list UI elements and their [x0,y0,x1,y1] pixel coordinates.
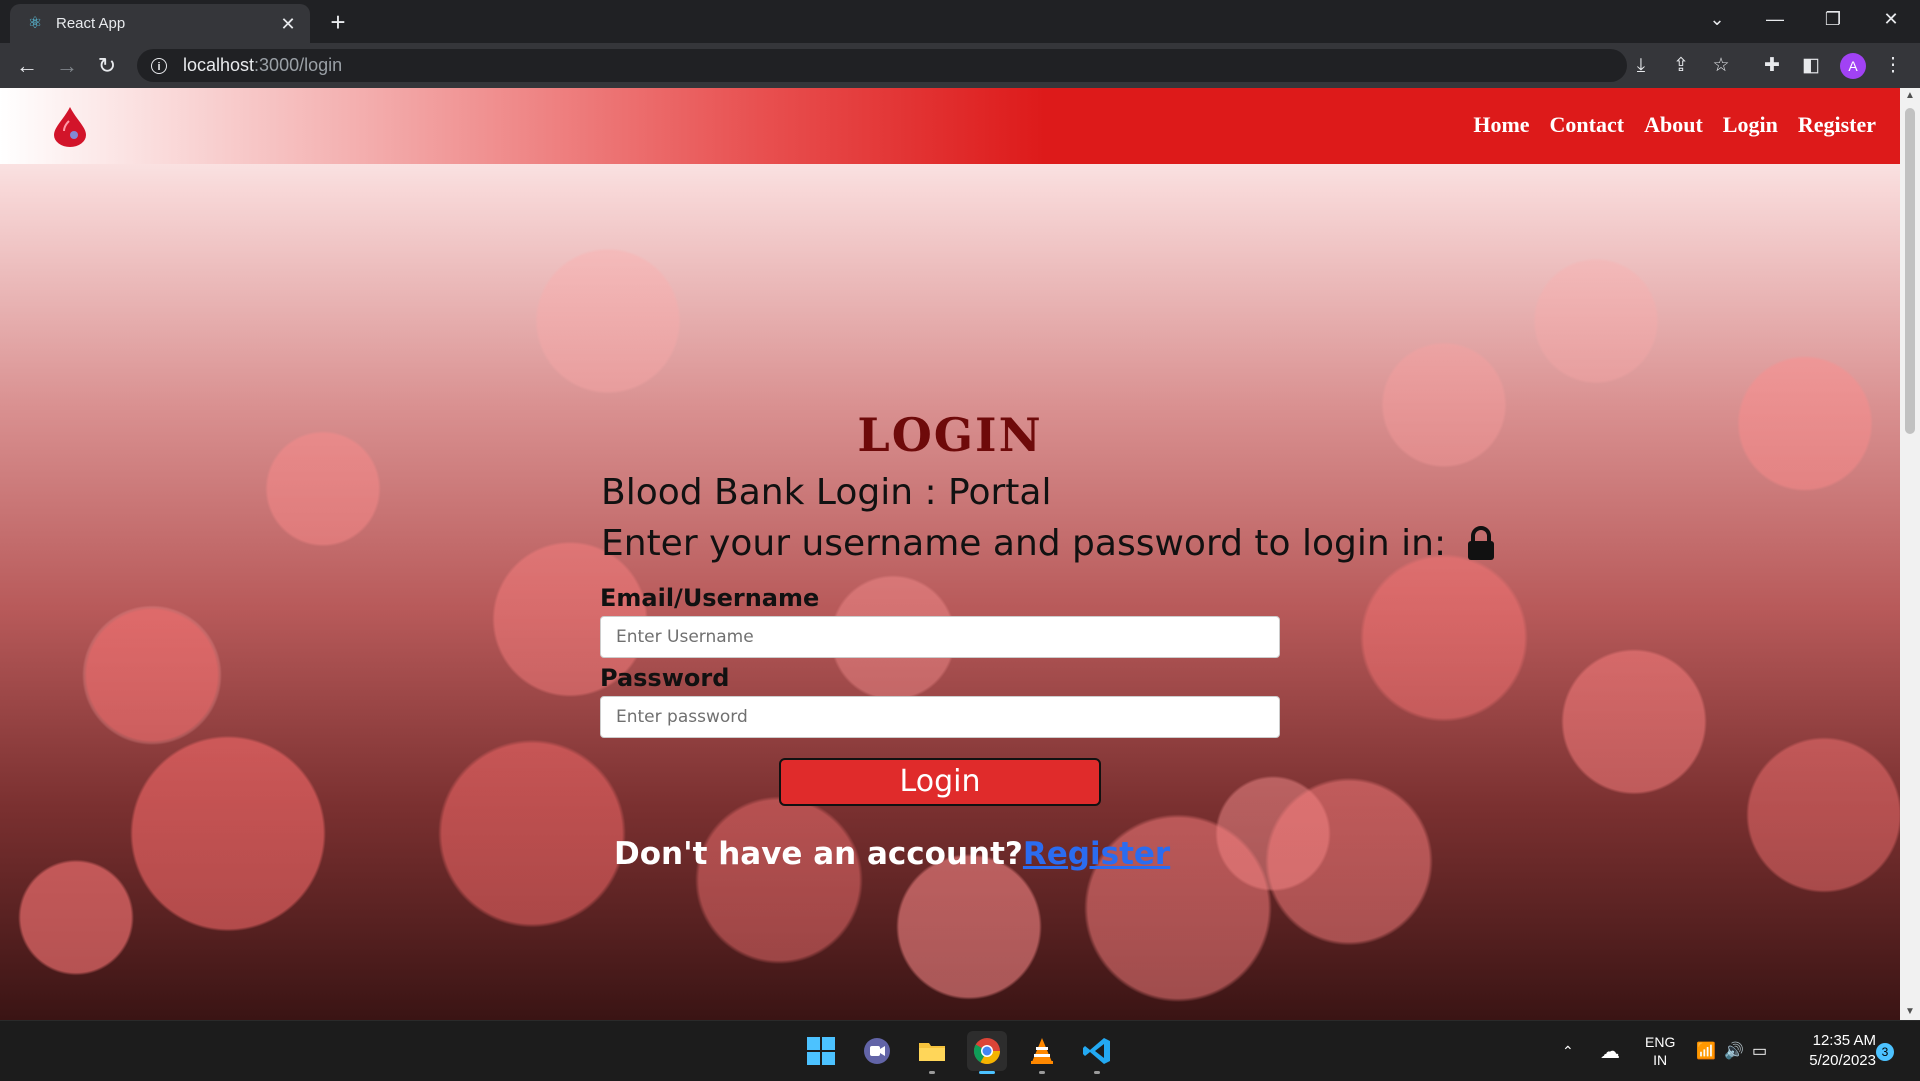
site-nav-links: Home Contact About Login Register [1473,112,1876,138]
system-clock[interactable]: 12:35 AM 5/20/2023 [1786,1031,1876,1071]
page-scrollbar[interactable]: ▲ ▼ [1900,88,1920,1020]
side-panel-icon[interactable]: ◧ [1798,53,1824,79]
site-info-icon[interactable]: i [151,57,167,74]
reload-button[interactable]: ↻ [92,51,122,81]
login-button[interactable]: Login [779,758,1101,806]
lock-icon [1468,525,1495,560]
no-account-text: Don't have an account? [614,836,1023,872]
install-icon[interactable]: ⤓ [1628,53,1654,79]
tab-title: React App [56,15,126,32]
chrome-app[interactable] [967,1031,1007,1074]
extensions-icon[interactable]: ✚ [1759,53,1785,79]
teams-app[interactable] [857,1031,897,1071]
vscode-app[interactable] [1077,1031,1117,1074]
close-tab-icon[interactable]: ✕ [276,12,300,36]
scroll-down-arrow-icon[interactable]: ▼ [1904,1006,1916,1018]
clock-date: 5/20/2023 [1809,1052,1876,1069]
register-prompt: Don't have an account?Register [614,836,1170,872]
region-code: IN [1653,1052,1668,1068]
portal-subtitle: Blood Bank Login : Portal [601,472,1052,513]
browser-toolbar: ← → ↻ i localhost:3000/login ⤓ ⇪ ☆ ✚ ◧ A… [0,43,1920,88]
page-viewport: Home Contact About Login Register LOGIN … [0,88,1900,1020]
forward-button[interactable]: → [52,51,82,81]
language-indicator[interactable]: ENG IN [1645,1021,1675,1081]
menu-icon[interactable]: ⋮ [1880,53,1906,79]
instructions-text: Enter your username and password to logi… [601,523,1447,564]
nav-contact-link[interactable]: Contact [1550,112,1625,138]
password-label: Password [600,664,730,692]
password-input[interactable] [600,696,1280,738]
site-navbar: Home Contact About Login Register [0,88,1900,164]
login-instructions: Enter your username and password to logi… [601,523,1496,564]
chrome-icon [973,1038,1001,1065]
file-explorer-app[interactable] [912,1031,952,1074]
vlc-icon [1031,1038,1053,1064]
url-text: localhost:3000/login [183,55,343,75]
clock-time: 12:35 AM [1812,1032,1876,1049]
browser-tabstrip: ⚛ React App ✕ + ⌄ — ❐ ✕ [0,0,1920,43]
email-label: Email/Username [600,584,820,612]
nav-about-link[interactable]: About [1644,112,1703,138]
login-title: LOGIN [857,408,1043,462]
nav-home-link[interactable]: Home [1473,112,1529,138]
onedrive-cloud-icon[interactable]: ☁ [1600,1021,1620,1081]
register-link[interactable]: Register [1023,836,1170,872]
blood-drop-logo-icon[interactable] [50,105,90,147]
vscode-icon [1083,1038,1110,1064]
battery-icon[interactable]: ▭ [1752,1021,1767,1081]
browser-tab[interactable]: ⚛ React App ✕ [10,4,310,43]
close-window-button[interactable]: ✕ [1862,0,1920,40]
teams-icon [864,1038,890,1064]
volume-icon[interactable]: 🔊 [1724,1021,1744,1081]
share-icon[interactable]: ⇪ [1668,53,1694,79]
back-button[interactable]: ← [12,51,42,81]
folder-icon [919,1043,945,1061]
tab-search-icon[interactable]: ⌄ [1688,0,1746,40]
show-hidden-icons-chevron-icon[interactable]: ⌃ [1562,1021,1574,1081]
wifi-icon[interactable]: 📶 [1696,1021,1716,1081]
react-icon: ⚛ [27,14,43,32]
bookmark-star-icon[interactable]: ☆ [1708,53,1734,79]
profile-avatar[interactable]: A [1840,53,1866,79]
username-input[interactable] [600,616,1280,658]
nav-register-link[interactable]: Register [1798,112,1876,138]
vlc-app[interactable] [1022,1031,1062,1074]
windows-logo-icon [807,1037,835,1065]
address-bar[interactable]: i localhost:3000/login [137,49,1627,82]
scroll-up-arrow-icon[interactable]: ▲ [1904,90,1916,102]
windows-taskbar: ⌃ ☁ ENG IN 📶 🔊 ▭ 12:35 AM 5/20/2023 3 [0,1020,1920,1081]
restore-button[interactable]: ❐ [1804,0,1862,40]
minimize-button[interactable]: — [1746,0,1804,40]
window-controls: ⌄ — ❐ ✕ [1688,0,1920,40]
notification-badge[interactable]: 3 [1876,1043,1894,1061]
language-code: ENG [1645,1034,1676,1050]
scroll-thumb[interactable] [1905,108,1915,434]
new-tab-button[interactable]: + [324,8,352,36]
start-button[interactable] [801,1031,841,1071]
nav-login-link[interactable]: Login [1723,112,1778,138]
